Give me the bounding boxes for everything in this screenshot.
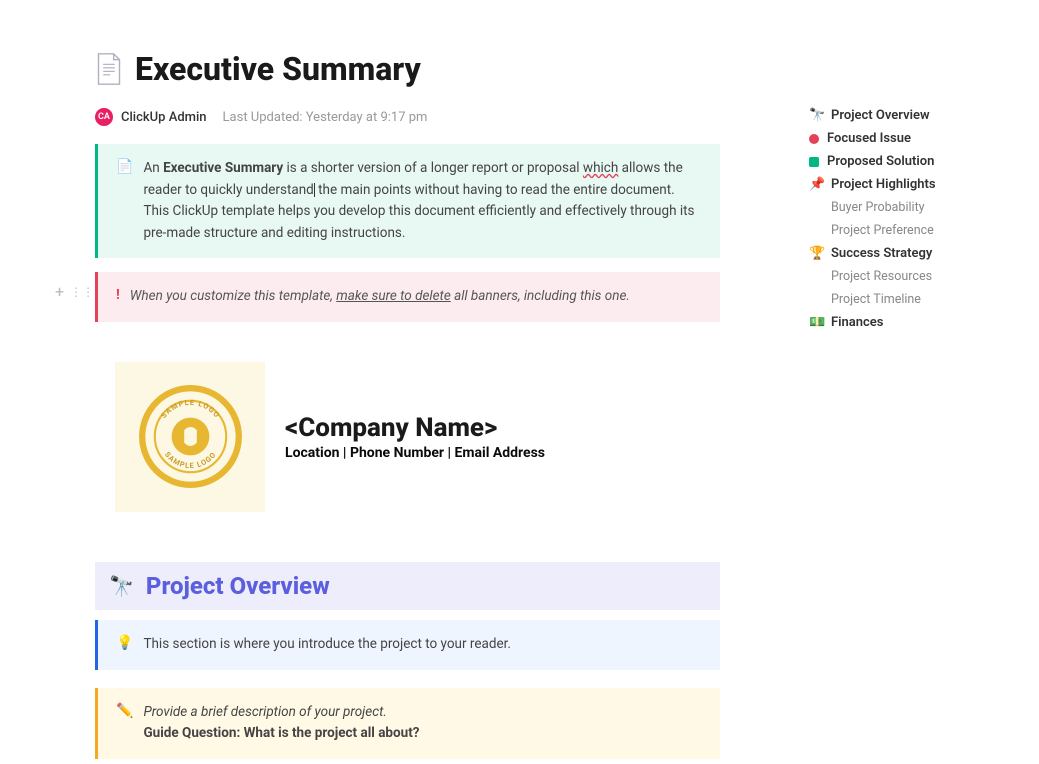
outline-item-buyer-probability[interactable]: Buyer Probability bbox=[809, 196, 999, 219]
outline-item-timeline[interactable]: Project Timeline bbox=[809, 288, 999, 311]
guide-banner[interactable]: ✏️ Provide a brief description of your p… bbox=[95, 688, 720, 759]
intro-banner-text: An Executive Summary is a shorter versio… bbox=[143, 158, 702, 244]
overview-intro-text: This section is where you introduce the … bbox=[143, 634, 511, 656]
outline-panel: 🔭 Project Overview Focused Issue Propose… bbox=[809, 104, 999, 334]
lightbulb-icon: 💡 bbox=[116, 634, 133, 654]
green-dot-icon bbox=[809, 157, 819, 167]
author-row: CA ClickUp Admin Last Updated: Yesterday… bbox=[95, 108, 720, 126]
company-name: <Company Name> bbox=[285, 413, 720, 443]
money-icon: 💵 bbox=[809, 315, 823, 330]
document-icon bbox=[95, 52, 123, 86]
page-title[interactable]: Executive Summary bbox=[135, 50, 421, 88]
exclamation-icon: ! bbox=[116, 286, 120, 306]
author-name: ClickUp Admin bbox=[121, 110, 207, 125]
pin-icon: 📌 bbox=[809, 177, 823, 192]
overview-intro-banner[interactable]: 💡 This section is where you introduce th… bbox=[95, 620, 720, 670]
title-row: Executive Summary bbox=[95, 50, 720, 88]
company-meta: Location | Phone Number | Email Address bbox=[285, 445, 720, 461]
warning-banner[interactable]: ! When you customize this template, make… bbox=[95, 272, 720, 322]
block-handles: + ⋮⋮ bbox=[55, 282, 94, 301]
last-updated-text: Last Updated: Yesterday at 9:17 pm bbox=[223, 110, 428, 125]
company-info[interactable]: <Company Name> Location | Phone Number |… bbox=[285, 413, 720, 461]
outline-item-overview[interactable]: 🔭 Project Overview bbox=[809, 104, 999, 127]
outline-item-strategy[interactable]: 🏆 Success Strategy bbox=[809, 242, 999, 265]
pencil-icon: ✏️ bbox=[116, 702, 133, 722]
section-title: Project Overview bbox=[146, 572, 330, 600]
outline-item-finances[interactable]: 💵 Finances bbox=[809, 311, 999, 334]
intro-banner[interactable]: 📄 An Executive Summary is a shorter vers… bbox=[95, 144, 720, 258]
company-logo[interactable]: SAMPLE LOGO SAMPLE LOGO bbox=[115, 362, 265, 512]
note-icon: 📄 bbox=[116, 158, 133, 178]
trophy-icon: 🏆 bbox=[809, 246, 823, 261]
svg-text:SAMPLE LOGO: SAMPLE LOGO bbox=[159, 398, 222, 420]
add-block-button[interactable]: + bbox=[55, 282, 64, 301]
red-dot-icon bbox=[809, 134, 819, 144]
guide-banner-text: Provide a brief description of your proj… bbox=[143, 702, 419, 745]
section-header-overview[interactable]: 🔭 Project Overview bbox=[95, 562, 720, 610]
telescope-icon: 🔭 bbox=[809, 108, 823, 123]
outline-item-project-preference[interactable]: Project Preference bbox=[809, 219, 999, 242]
outline-item-proposed-solution[interactable]: Proposed Solution bbox=[809, 150, 999, 173]
outline-item-focused-issue[interactable]: Focused Issue bbox=[809, 127, 999, 150]
warning-banner-text: When you customize this template, make s… bbox=[130, 286, 630, 308]
outline-item-resources[interactable]: Project Resources bbox=[809, 265, 999, 288]
document-body: Executive Summary CA ClickUp Admin Last … bbox=[0, 0, 720, 759]
author-avatar[interactable]: CA bbox=[95, 108, 113, 126]
outline-item-highlights[interactable]: 📌 Project Highlights bbox=[809, 173, 999, 196]
drag-handle[interactable]: ⋮⋮ bbox=[70, 285, 94, 299]
telescope-icon: 🔭 bbox=[109, 574, 134, 598]
company-block: SAMPLE LOGO SAMPLE LOGO <Company Name> L… bbox=[115, 362, 720, 512]
